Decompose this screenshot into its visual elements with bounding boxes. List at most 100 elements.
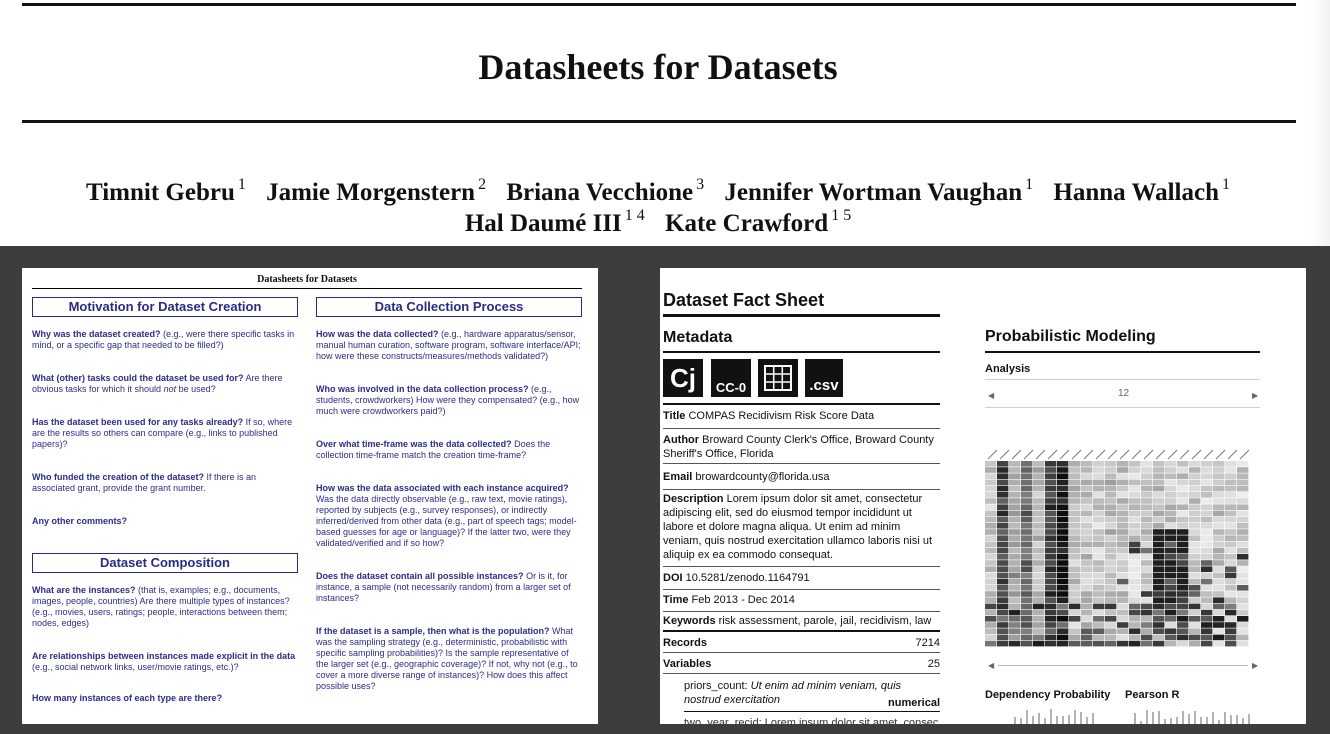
heatmap-cell	[1189, 566, 1201, 572]
heatmap-cell	[985, 560, 997, 566]
heatmap-cell	[1225, 541, 1237, 548]
heatmap-cell	[1237, 547, 1249, 554]
heatmap-cell	[1177, 554, 1189, 560]
heatmap-cell	[1201, 566, 1213, 572]
heatmap-cell	[1213, 634, 1225, 641]
analysis-slider-value[interactable]: 12	[1118, 388, 1129, 399]
heatmap-cell	[1033, 622, 1045, 628]
slider-left-arrow-icon[interactable]: ◀	[988, 391, 994, 400]
heatmap-cell	[1009, 560, 1021, 566]
heatmap-cell	[1009, 634, 1021, 641]
heatmap-cell	[1057, 461, 1069, 467]
question-how-many: How many instances of each type are ther…	[32, 693, 223, 703]
heatmap-cell	[997, 492, 1009, 498]
heatmap-cell	[1009, 597, 1021, 603]
heatmap-cell	[997, 578, 1009, 585]
heatmap-cell	[1201, 597, 1213, 603]
heatmap-cell	[1057, 473, 1069, 479]
heatmap-cell	[1033, 535, 1045, 541]
heatmap-cell	[1189, 634, 1201, 641]
heatmap-cell	[1201, 585, 1213, 591]
heatmap-cell	[1081, 597, 1093, 603]
heatmap-cell	[1033, 591, 1045, 597]
heatmap-cell	[1081, 541, 1093, 548]
heatmap-cell	[1033, 554, 1045, 560]
heatmap-cell	[1045, 616, 1057, 622]
heatmap-cell	[1177, 461, 1189, 467]
heatmap-cell	[985, 498, 997, 504]
author: Briana Vecchione 3	[506, 176, 705, 206]
heatmap-scroll-right-icon[interactable]: ▶	[1252, 661, 1258, 670]
heatmap-cell	[1153, 473, 1165, 479]
heatmap-cell	[1177, 628, 1189, 634]
heatmap-scroll-left-icon[interactable]: ◀	[988, 661, 994, 670]
heatmap-cell	[1141, 640, 1153, 647]
author: Hal Daumé III 1 4	[464, 207, 645, 237]
heatmap-cell	[997, 541, 1009, 548]
heatmap-cell	[1129, 578, 1141, 585]
heatmap-cell	[1057, 578, 1069, 585]
heatmap-cell	[1105, 622, 1117, 628]
slider-right-arrow-icon[interactable]: ▶	[1252, 391, 1258, 400]
heatmap-cell	[1237, 603, 1249, 610]
heatmap-cell	[1081, 535, 1093, 541]
heatmap-cell	[1021, 634, 1033, 641]
heatmap-cell	[1045, 541, 1057, 548]
heatmap-cell	[1165, 640, 1177, 647]
heatmap-cell	[1117, 492, 1129, 498]
heatmap-cell	[1117, 479, 1129, 486]
heatmap-cell	[1165, 473, 1177, 479]
heatmap-cell	[1153, 554, 1165, 560]
heatmap-cell	[1153, 572, 1165, 579]
heatmap-cell	[1189, 541, 1201, 548]
heatmap-cell	[1177, 585, 1189, 591]
heatmap-cell	[1153, 609, 1165, 616]
heatmap-cell	[1057, 609, 1069, 616]
heatmap-cell	[1057, 597, 1069, 603]
heatmap-cell	[1237, 492, 1249, 498]
heatmap-cell	[1165, 510, 1177, 517]
heatmap-cell	[1225, 616, 1237, 622]
heatmap-cell	[997, 566, 1009, 572]
heatmap-cell	[1021, 492, 1033, 498]
heatmap-cell	[1069, 504, 1081, 510]
heatmap-cell	[1081, 566, 1093, 572]
heatmap-cell	[1117, 560, 1129, 566]
heatmap-cell	[1069, 498, 1081, 504]
heatmap-cell	[1105, 498, 1117, 504]
heatmap-cell	[1021, 529, 1033, 535]
heatmap-cell	[1225, 479, 1237, 486]
heatmap-cell	[985, 516, 997, 523]
heatmap-cell	[1093, 597, 1105, 603]
heatmap-cell	[1165, 479, 1177, 486]
heatmap-cell	[1081, 622, 1093, 628]
heatmap-cell	[1033, 547, 1045, 554]
heatmap-cell	[1165, 492, 1177, 498]
heatmap-cell	[1129, 634, 1141, 641]
heatmap-cell	[1069, 529, 1081, 535]
heatmap-cell	[1153, 467, 1165, 473]
heatmap-cell	[1201, 628, 1213, 634]
heatmap-cell	[1105, 628, 1117, 634]
heatmap-cell	[1237, 622, 1249, 628]
heatmap-cell	[1045, 634, 1057, 641]
heatmap-cell	[1033, 498, 1045, 504]
column-tick	[1095, 449, 1106, 460]
heatmap-cell	[1201, 473, 1213, 479]
heatmap-cell	[1129, 560, 1141, 566]
questions-column-2: Data Collection Process How was the data…	[316, 297, 582, 714]
heatmap-cell	[1153, 628, 1165, 634]
heatmap-cell	[1153, 504, 1165, 510]
heatmap-cell	[1009, 523, 1021, 529]
heatmap-cell	[1093, 560, 1105, 566]
heatmap-cell	[1117, 622, 1129, 628]
csv-badge: .csv	[805, 359, 843, 397]
heatmap-cell	[1225, 529, 1237, 535]
heatmap-cell	[1057, 622, 1069, 628]
heatmap-cell	[1033, 523, 1045, 529]
heatmap-scrollbar[interactable]	[998, 665, 1248, 666]
heatmap-cell	[1081, 492, 1093, 498]
heatmap-cell	[1105, 535, 1117, 541]
heatmap-cell	[1093, 516, 1105, 523]
heatmap-cell	[1033, 479, 1045, 486]
